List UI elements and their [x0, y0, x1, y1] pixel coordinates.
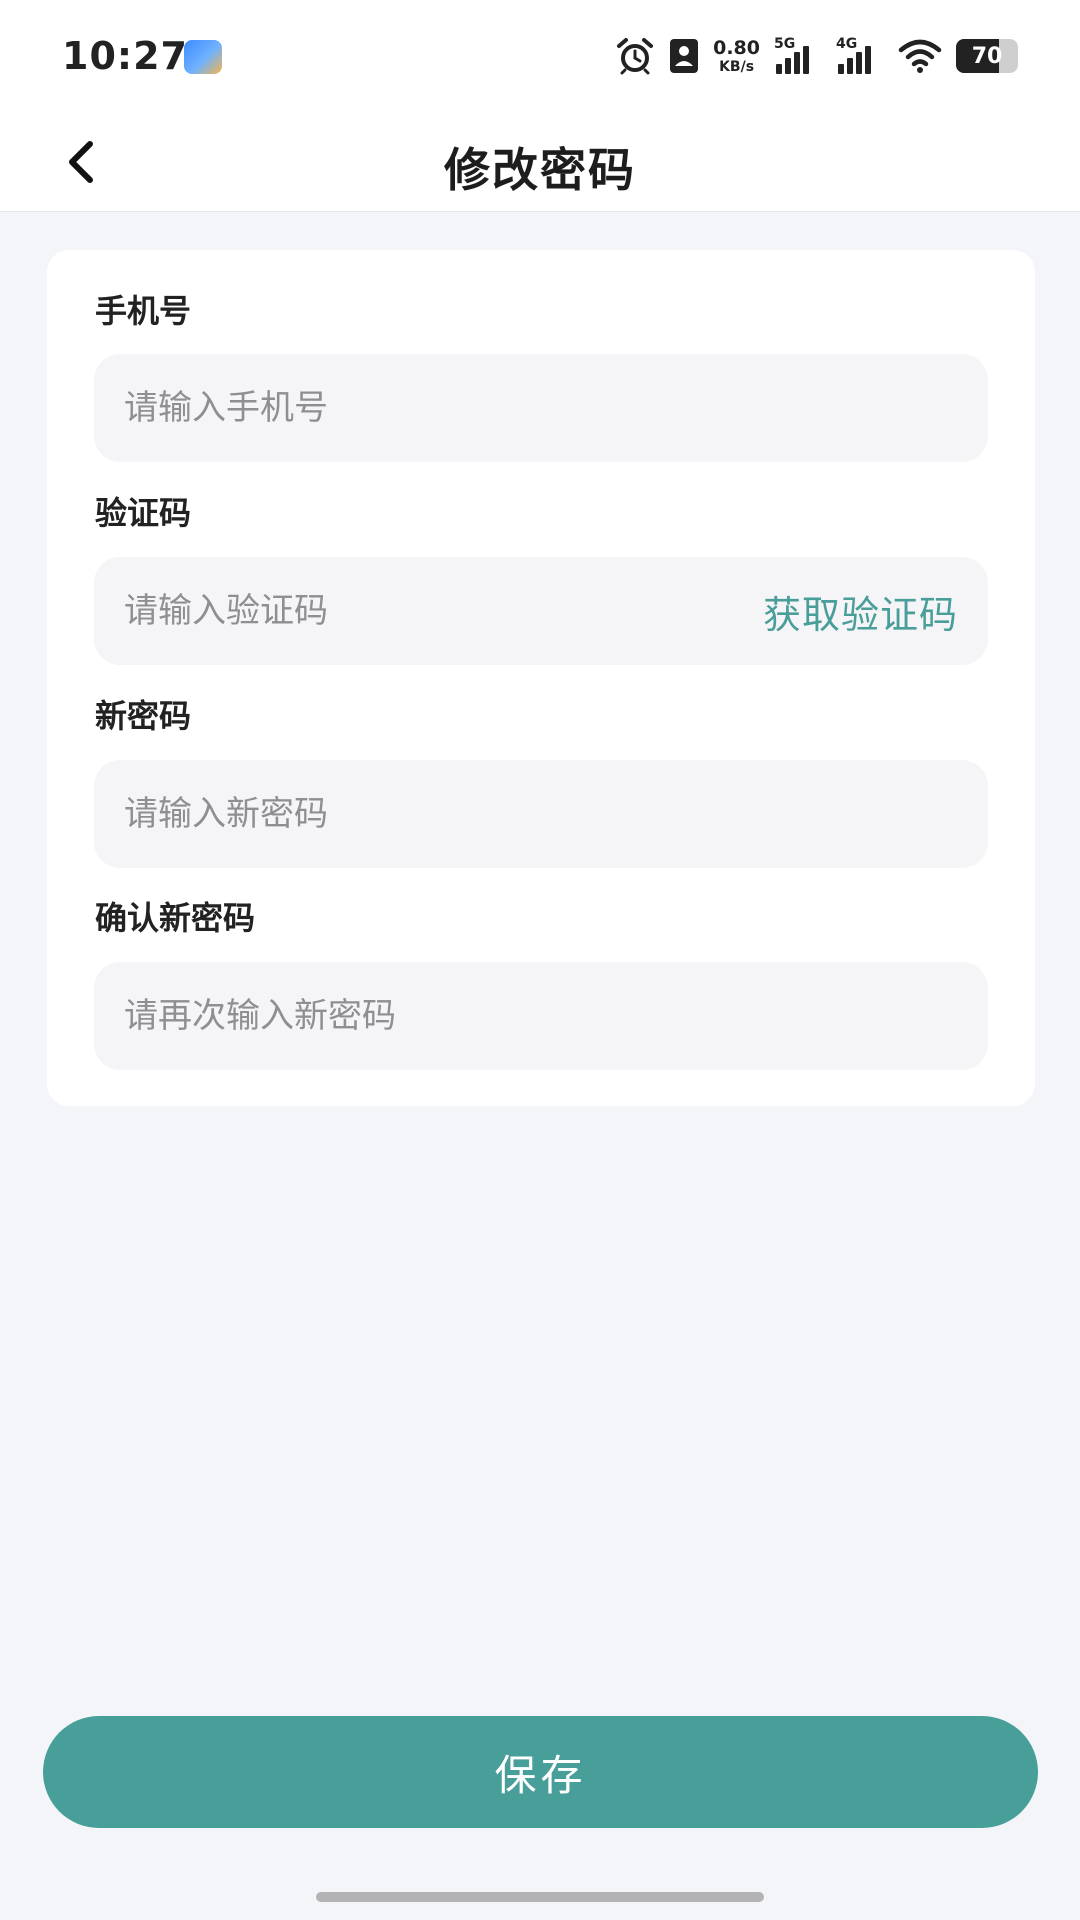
confirm-password-input[interactable] [124, 996, 958, 1036]
alarm-icon [615, 36, 655, 76]
signal-5g-icon: 5G [774, 36, 822, 76]
network-speed-value: 0.80 [713, 36, 760, 59]
code-label: 验证码 [95, 494, 192, 532]
battery-level: 70 [971, 43, 1003, 69]
phone-label: 手机号 [95, 292, 192, 330]
status-bar: 10:27 0.80 KB/s 5G 4G 70 [0, 0, 1080, 112]
network-speed: 0.80 KB/s [713, 36, 760, 75]
status-icons: 0.80 KB/s 5G 4G 70 [615, 32, 1018, 80]
save-button[interactable]: 保存 [43, 1716, 1038, 1828]
get-code-button[interactable]: 获取验证码 [763, 584, 958, 639]
phone-field[interactable] [94, 354, 988, 462]
status-time: 10:27 [62, 34, 188, 78]
page-title: 修改密码 [444, 143, 636, 197]
signal-4g-icon: 4G [836, 36, 884, 76]
battery-icon: 70 [956, 39, 1018, 73]
code-input[interactable] [124, 591, 763, 631]
home-indicator[interactable] [316, 1892, 764, 1902]
contact-card-icon [669, 38, 699, 74]
new-password-input[interactable] [124, 794, 958, 834]
confirm-password-label: 确认新密码 [95, 899, 256, 937]
phone-input[interactable] [124, 388, 958, 428]
app-notification-icon [184, 40, 222, 74]
network-speed-unit: KB/s [719, 58, 755, 75]
confirm-password-field[interactable] [94, 962, 988, 1070]
code-field[interactable]: 获取验证码 [94, 557, 988, 665]
new-password-field[interactable] [94, 760, 988, 868]
wifi-icon [898, 38, 942, 74]
password-form-card: 手机号 验证码 获取验证码 新密码 确认新密码 [47, 250, 1035, 1106]
nav-header: 修改密码 [0, 112, 1080, 212]
new-password-label: 新密码 [95, 697, 192, 735]
